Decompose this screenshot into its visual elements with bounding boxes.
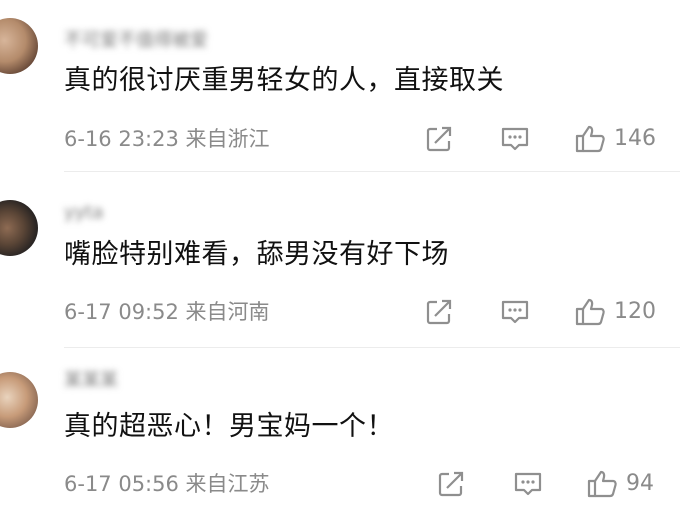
like-count: 94 bbox=[626, 471, 654, 496]
like-button[interactable]: 94 bbox=[586, 468, 654, 500]
location-text: 来自浙江 bbox=[185, 127, 270, 151]
avatar[interactable] bbox=[0, 200, 38, 256]
repost-button[interactable] bbox=[436, 468, 466, 500]
comment-item: 不可爱不值得被爱 真的很讨厌重男轻女的人，直接取关 6-16 23:23 来自浙… bbox=[0, 0, 680, 172]
thumbs-up-icon bbox=[575, 125, 605, 153]
location-text: 来自江苏 bbox=[185, 472, 270, 496]
time-text: 6-16 23:23 bbox=[64, 127, 179, 151]
comment-button[interactable] bbox=[499, 296, 531, 328]
comment-button[interactable] bbox=[512, 468, 544, 500]
like-count: 120 bbox=[614, 299, 656, 324]
avatar[interactable] bbox=[0, 18, 38, 74]
share-edit-icon bbox=[426, 126, 452, 152]
like-button[interactable]: 120 bbox=[574, 296, 656, 328]
comment-meta: 6-17 05:56 来自江苏 94 bbox=[64, 468, 676, 500]
comment-meta: 6-17 09:52 来自河南 120 bbox=[64, 296, 676, 328]
like-button[interactable]: 146 bbox=[574, 123, 656, 155]
avatar[interactable] bbox=[0, 372, 38, 428]
comment-button[interactable] bbox=[499, 123, 531, 155]
comment-text: 嘴脸特别难看，舔男没有好下场 bbox=[64, 239, 449, 270]
comment-timestamp: 6-17 05:56 来自江苏 bbox=[64, 468, 270, 500]
comment-item: yyta 嘴脸特别难看，舔男没有好下场 6-17 09:52 来自河南 120 bbox=[0, 172, 680, 348]
thumbs-up-icon bbox=[575, 298, 605, 326]
comment-item: 某某某 真的超恶心！男宝妈一个！ 6-17 05:56 来自江苏 94 bbox=[0, 348, 680, 508]
time-text: 6-17 09:52 bbox=[64, 300, 179, 324]
comment-icon bbox=[514, 472, 542, 496]
location-text: 来自河南 bbox=[185, 300, 270, 324]
time-text: 6-17 05:56 bbox=[64, 472, 179, 496]
username[interactable]: 不可爱不值得被爱 bbox=[64, 30, 208, 52]
comment-icon bbox=[501, 127, 529, 151]
username[interactable]: 某某某 bbox=[64, 370, 118, 392]
comment-timestamp: 6-17 09:52 来自河南 bbox=[64, 296, 270, 328]
username[interactable]: yyta bbox=[64, 202, 103, 224]
share-edit-icon bbox=[438, 471, 464, 497]
comment-icon bbox=[501, 300, 529, 324]
repost-button[interactable] bbox=[424, 123, 454, 155]
thumbs-up-icon bbox=[587, 470, 617, 498]
comment-text: 真的超恶心！男宝妈一个！ bbox=[64, 411, 394, 442]
comment-timestamp: 6-16 23:23 来自浙江 bbox=[64, 123, 270, 155]
repost-button[interactable] bbox=[424, 296, 454, 328]
share-edit-icon bbox=[426, 299, 452, 325]
like-count: 146 bbox=[614, 126, 656, 151]
comment-meta: 6-16 23:23 来自浙江 146 bbox=[64, 123, 676, 155]
comment-text: 真的很讨厌重男轻女的人，直接取关 bbox=[64, 65, 504, 96]
